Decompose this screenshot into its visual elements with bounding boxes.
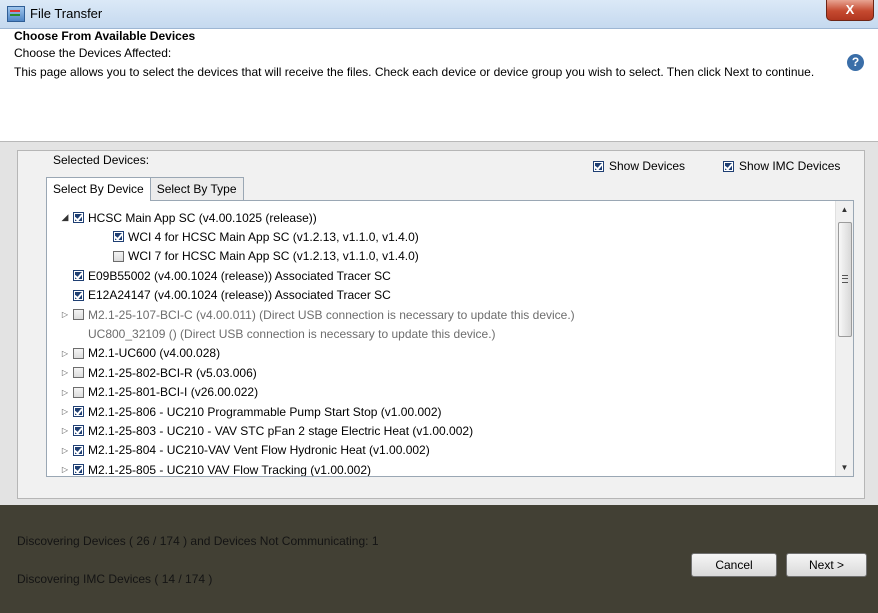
expand-closed-icon[interactable]: ▷ — [61, 465, 69, 474]
discovering-imc-status: Discovering IMC Devices ( 14 / 174 ) — [17, 572, 213, 586]
tree-item[interactable]: ▷ M2.1-25-804 - UC210-VAV Vent Flow Hydro… — [61, 441, 430, 460]
tree-item-checkbox[interactable] — [73, 289, 84, 301]
tree-item-label: M2.1-25-802-BCI-R (v5.03.006) — [88, 365, 257, 380]
tree-item-checkbox[interactable] — [73, 444, 84, 456]
expand-closed-icon[interactable]: ▷ — [61, 368, 69, 377]
page-description: This page allows you to select the devic… — [14, 65, 815, 79]
checkbox-icon[interactable] — [723, 160, 734, 172]
expand-open-icon[interactable]: ◢ — [61, 212, 69, 223]
tree-item-label: M2.1-UC600 (v4.00.028) — [88, 346, 221, 361]
tree-item-checkbox[interactable] — [73, 406, 84, 417]
tree-item[interactable]: WCI 4 for HCSC Main App SC (v1.2.13, v1.… — [101, 227, 419, 246]
expand-closed-icon[interactable]: ▷ — [61, 349, 69, 358]
tree-item-label: M2.1-25-805 - UC210 VAV Flow Tracking (v… — [88, 462, 372, 477]
tree-item-checkbox[interactable] — [73, 367, 84, 379]
expand-closed-icon[interactable]: ▷ — [61, 407, 69, 416]
tree-item-label: M2.1-25-801-BCI-I (v26.00.022) — [88, 385, 259, 400]
expand-closed-icon[interactable]: ▷ — [61, 446, 69, 455]
tree-item-checkbox[interactable] — [113, 231, 124, 243]
tree-item[interactable]: UC800_32109 () (Direct USB connection is… — [61, 324, 496, 343]
tree-item[interactable]: ▷ M2.1-25-805 - UC210 VAV Flow Tracking (… — [61, 460, 372, 477]
discovering-devices-status: Discovering Devices ( 26 / 174 ) and Dev… — [17, 534, 379, 548]
tree-item-checkbox[interactable] — [73, 347, 84, 359]
tree-item[interactable]: ▷ M2.1-UC600 (v4.00.028) — [61, 344, 220, 363]
expand-closed-icon[interactable]: ▷ — [61, 388, 69, 397]
selection-tabs: Select By Device Select By Type — [46, 177, 244, 201]
tree-item-checkbox[interactable] — [73, 425, 84, 437]
tree-item[interactable]: E09B55002 (v4.00.1024 (release)) Associa… — [61, 266, 391, 285]
scroll-up-arrow-icon[interactable]: ▲ — [836, 201, 853, 218]
tree-item[interactable]: ▷ M2.1-25-803 - UC210 - VAV STC pFan 2 st… — [61, 421, 473, 440]
grip-icon — [842, 275, 848, 283]
next-button[interactable]: Next > — [786, 553, 867, 577]
scroll-thumb[interactable] — [838, 222, 852, 337]
show-imc-devices-label: Show IMC Devices — [739, 159, 841, 173]
tab-select-by-type[interactable]: Select By Type — [149, 177, 244, 200]
tree-item-label: E09B55002 (v4.00.1024 (release)) Associa… — [88, 268, 391, 283]
tree-item[interactable]: WCI 7 for HCSC Main App SC (v1.2.13, v1.… — [101, 247, 419, 266]
title-bar: File Transfer X — [0, 0, 878, 29]
tree-item-label: WCI 7 for HCSC Main App SC (v1.2.13, v1.… — [128, 249, 419, 264]
tree-item-label: M2.1-25-804 - UC210-VAV Vent Flow Hydron… — [88, 443, 430, 458]
tree-item-label: UC800_32109 () (Direct USB connection is… — [88, 326, 496, 341]
tree-item[interactable]: ▷ M2.1-25-802-BCI-R (v5.03.006) — [61, 363, 257, 382]
show-devices-checkbox[interactable]: Show Devices — [593, 159, 685, 173]
tree-item-label: E12A24147 (v4.00.1024 (release)) Associa… — [88, 288, 391, 303]
page-subtitle: Choose the Devices Affected: — [14, 46, 172, 60]
scroll-down-arrow-icon[interactable]: ▼ — [836, 459, 853, 476]
tree-item-label: M2.1-25-803 - UC210 - VAV STC pFan 2 sta… — [88, 423, 474, 438]
expand-closed-icon[interactable]: ▷ — [61, 426, 69, 435]
tree-item[interactable]: ▷ M2.1-25-107-BCI-C (v4.00.011) (Direct U… — [61, 305, 575, 324]
tree-item-label: HCSC Main App SC (v4.00.1025 (release)) — [88, 210, 317, 225]
device-tree[interactable]: ◢ HCSC Main App SC (v4.00.1025 (release))… — [46, 200, 854, 477]
close-button[interactable]: X — [826, 0, 874, 21]
tree-item-label: M2.1-25-107-BCI-C (v4.00.011) (Direct US… — [88, 307, 575, 322]
selected-devices-label: Selected Devices: — [53, 153, 150, 167]
checkbox-icon[interactable] — [593, 160, 604, 172]
window-title: File Transfer — [30, 6, 103, 21]
tree-item-label: WCI 4 for HCSC Main App SC (v1.2.13, v1.… — [128, 229, 419, 244]
show-devices-label: Show Devices — [609, 159, 686, 173]
file-transfer-app-icon — [7, 6, 25, 22]
tree-item[interactable]: ▷ M2.1-25-806 - UC210 Programmable Pump S… — [61, 402, 442, 421]
tree-item-label: M2.1-25-806 - UC210 Programmable Pump St… — [88, 404, 442, 419]
tree-item-checkbox[interactable] — [73, 386, 84, 398]
tree-item-checkbox[interactable] — [73, 270, 84, 282]
tree-item-checkbox[interactable] — [73, 464, 84, 476]
tree-item[interactable]: E12A24147 (v4.00.1024 (release)) Associa… — [61, 286, 391, 305]
expand-closed-icon[interactable]: ▷ — [61, 310, 69, 319]
tree-scrollbar[interactable]: ▲ ▼ — [835, 201, 853, 476]
tree-item[interactable]: ▷ M2.1-25-801-BCI-I (v26.00.022) — [61, 383, 258, 402]
page-title: Choose From Available Devices — [14, 29, 196, 43]
tree-item[interactable]: ◢ HCSC Main App SC (v4.00.1025 (release)) — [61, 208, 317, 227]
cancel-button[interactable]: Cancel — [691, 553, 777, 577]
tree-item-checkbox[interactable] — [73, 309, 84, 320]
tree-item-checkbox[interactable] — [73, 212, 84, 223]
tree-item-checkbox[interactable] — [113, 250, 124, 262]
tab-select-by-device[interactable]: Select By Device — [46, 177, 151, 201]
show-imc-devices-checkbox[interactable]: Show IMC Devices — [723, 159, 840, 173]
